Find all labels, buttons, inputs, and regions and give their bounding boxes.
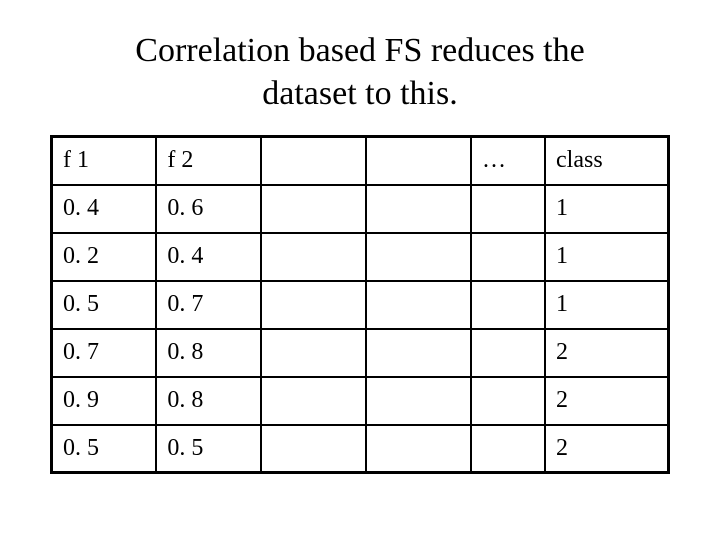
cell: 2 <box>545 329 668 377</box>
cell <box>261 425 366 473</box>
cell: 0. 4 <box>156 233 261 281</box>
cell <box>261 377 366 425</box>
cell: 2 <box>545 377 668 425</box>
cell <box>471 329 545 377</box>
title-line-1: Correlation based FS reduces the <box>135 32 584 69</box>
cell <box>471 377 545 425</box>
cell <box>471 233 545 281</box>
cell: 0. 5 <box>52 281 157 329</box>
cell: 0. 5 <box>52 425 157 473</box>
header-cell: class <box>545 137 668 185</box>
cell <box>261 281 366 329</box>
cell <box>261 233 366 281</box>
cell: 0. 7 <box>52 329 157 377</box>
table-row: 0. 9 0. 8 2 <box>52 377 669 425</box>
table-header-row: f 1 f 2 … class <box>52 137 669 185</box>
cell: 1 <box>545 185 668 233</box>
cell: 0. 6 <box>156 185 261 233</box>
table-row: 0. 7 0. 8 2 <box>52 329 669 377</box>
header-cell <box>261 137 366 185</box>
cell: 0. 5 <box>156 425 261 473</box>
header-cell: f 1 <box>52 137 157 185</box>
table-row: 0. 2 0. 4 1 <box>52 233 669 281</box>
cell: 0. 7 <box>156 281 261 329</box>
cell <box>366 425 471 473</box>
header-cell <box>366 137 471 185</box>
data-table: f 1 f 2 … class 0. 4 0. 6 1 0. 2 0. 4 1 … <box>50 135 670 474</box>
header-cell: f 2 <box>156 137 261 185</box>
table-row: 0. 4 0. 6 1 <box>52 185 669 233</box>
cell <box>366 281 471 329</box>
header-cell: … <box>471 137 545 185</box>
cell <box>261 185 366 233</box>
cell <box>261 329 366 377</box>
cell: 1 <box>545 233 668 281</box>
cell: 0. 4 <box>52 185 157 233</box>
table-row: 0. 5 0. 5 2 <box>52 425 669 473</box>
cell: 0. 8 <box>156 377 261 425</box>
cell: 0. 9 <box>52 377 157 425</box>
cell <box>471 425 545 473</box>
cell <box>471 185 545 233</box>
table-row: 0. 5 0. 7 1 <box>52 281 669 329</box>
cell: 1 <box>545 281 668 329</box>
cell: 2 <box>545 425 668 473</box>
cell: 0. 2 <box>52 233 157 281</box>
title-line-2: dataset to this. <box>262 75 457 112</box>
cell <box>366 185 471 233</box>
cell <box>366 329 471 377</box>
cell <box>366 377 471 425</box>
cell <box>471 281 545 329</box>
cell <box>366 233 471 281</box>
cell: 0. 8 <box>156 329 261 377</box>
slide-title: Correlation based FS reduces the dataset… <box>50 30 670 115</box>
